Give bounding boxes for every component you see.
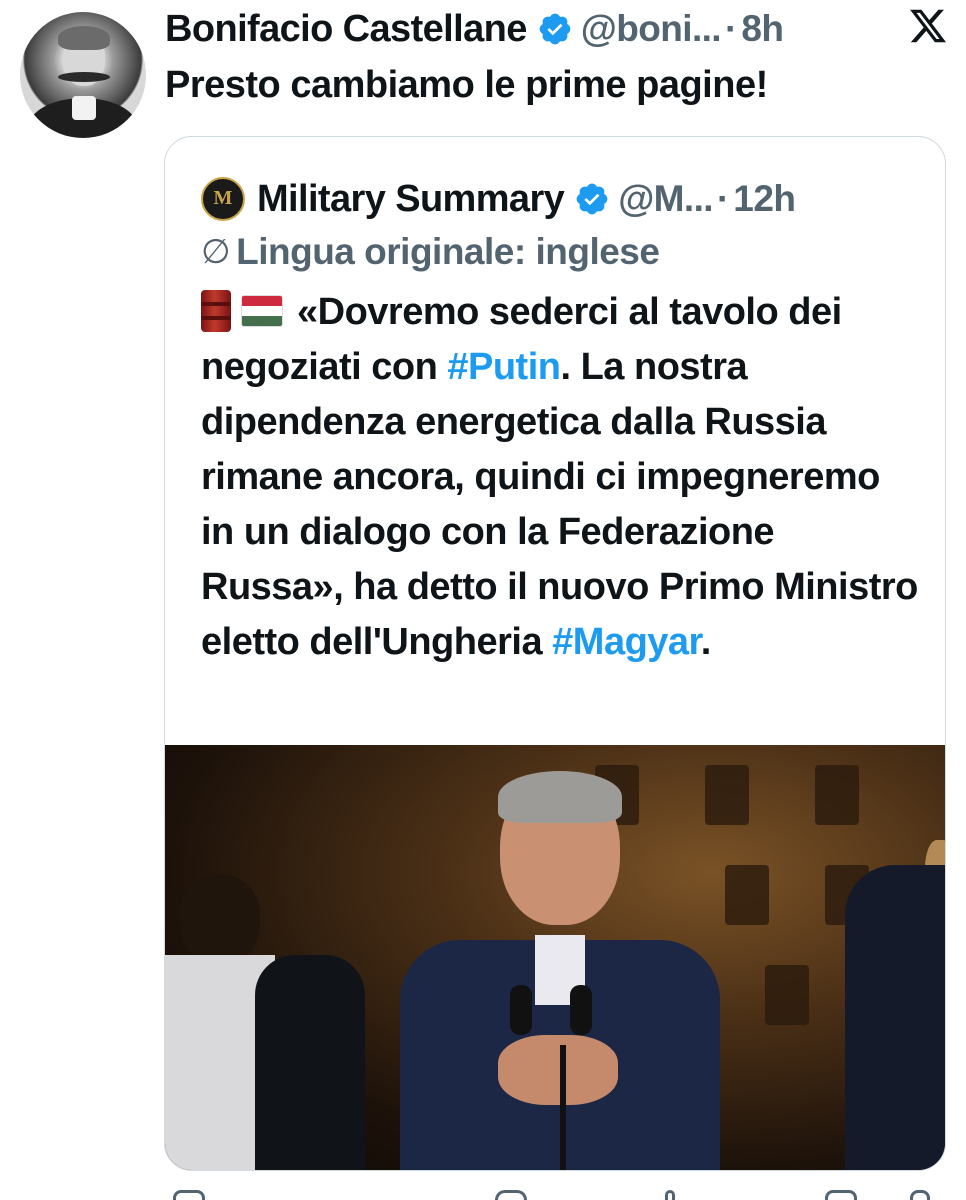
- separator-dot: ·: [724, 8, 738, 49]
- hungary-flag-emoji: [241, 295, 283, 327]
- tweet-action-bar: [165, 1190, 945, 1200]
- quoted-tweet-card[interactable]: Military Summary @M... · 12h ∅ Lingua or…: [164, 136, 946, 1171]
- author-handle[interactable]: @boni...: [581, 8, 722, 50]
- share-icon[interactable]: [910, 1190, 930, 1200]
- verified-badge-icon: [539, 13, 571, 45]
- translation-text: Lingua originale: inglese: [236, 231, 660, 272]
- translation-label[interactable]: ∅ Lingua originale: inglese: [201, 231, 660, 273]
- author-name[interactable]: Bonifacio Castellane: [165, 8, 527, 51]
- bookmark-icon[interactable]: [825, 1190, 857, 1200]
- x-logo-icon[interactable]: [908, 6, 948, 46]
- hashtag-magyar[interactable]: #Magyar: [552, 621, 701, 663]
- quoted-tweet-header: Military Summary @M... · 12h: [201, 175, 796, 223]
- tweet-header: Bonifacio Castellane @boni... · 8h: [165, 6, 955, 52]
- separator-dot: ·: [716, 178, 730, 219]
- reply-icon[interactable]: [173, 1190, 205, 1200]
- tweet-time[interactable]: 8h: [741, 8, 784, 50]
- hashtag-putin[interactable]: #Putin: [447, 346, 561, 388]
- quoted-tweet-time[interactable]: 12h: [733, 178, 796, 220]
- quoted-tweet-photo[interactable]: [165, 745, 945, 1170]
- quoted-author-handle[interactable]: @M...: [618, 178, 713, 220]
- quoted-author-name[interactable]: Military Summary: [257, 178, 565, 221]
- translate-icon: ∅: [201, 233, 231, 271]
- quoted-text-part3: .: [700, 621, 712, 663]
- author-avatar[interactable]: [20, 12, 146, 138]
- like-icon[interactable]: [495, 1190, 527, 1200]
- views-icon[interactable]: [665, 1190, 675, 1200]
- quoted-author-avatar[interactable]: [201, 177, 245, 221]
- oil-drum-emoji: [201, 290, 231, 332]
- tweet-text: Presto cambiamo le prime pagine!: [165, 64, 768, 106]
- verified-badge-icon: [576, 183, 608, 215]
- quoted-text-part2: . La nostra dipendenza energetica dalla …: [201, 346, 918, 663]
- quoted-tweet-text: «Dovremo sederci al tavolo dei negoziati…: [201, 285, 921, 670]
